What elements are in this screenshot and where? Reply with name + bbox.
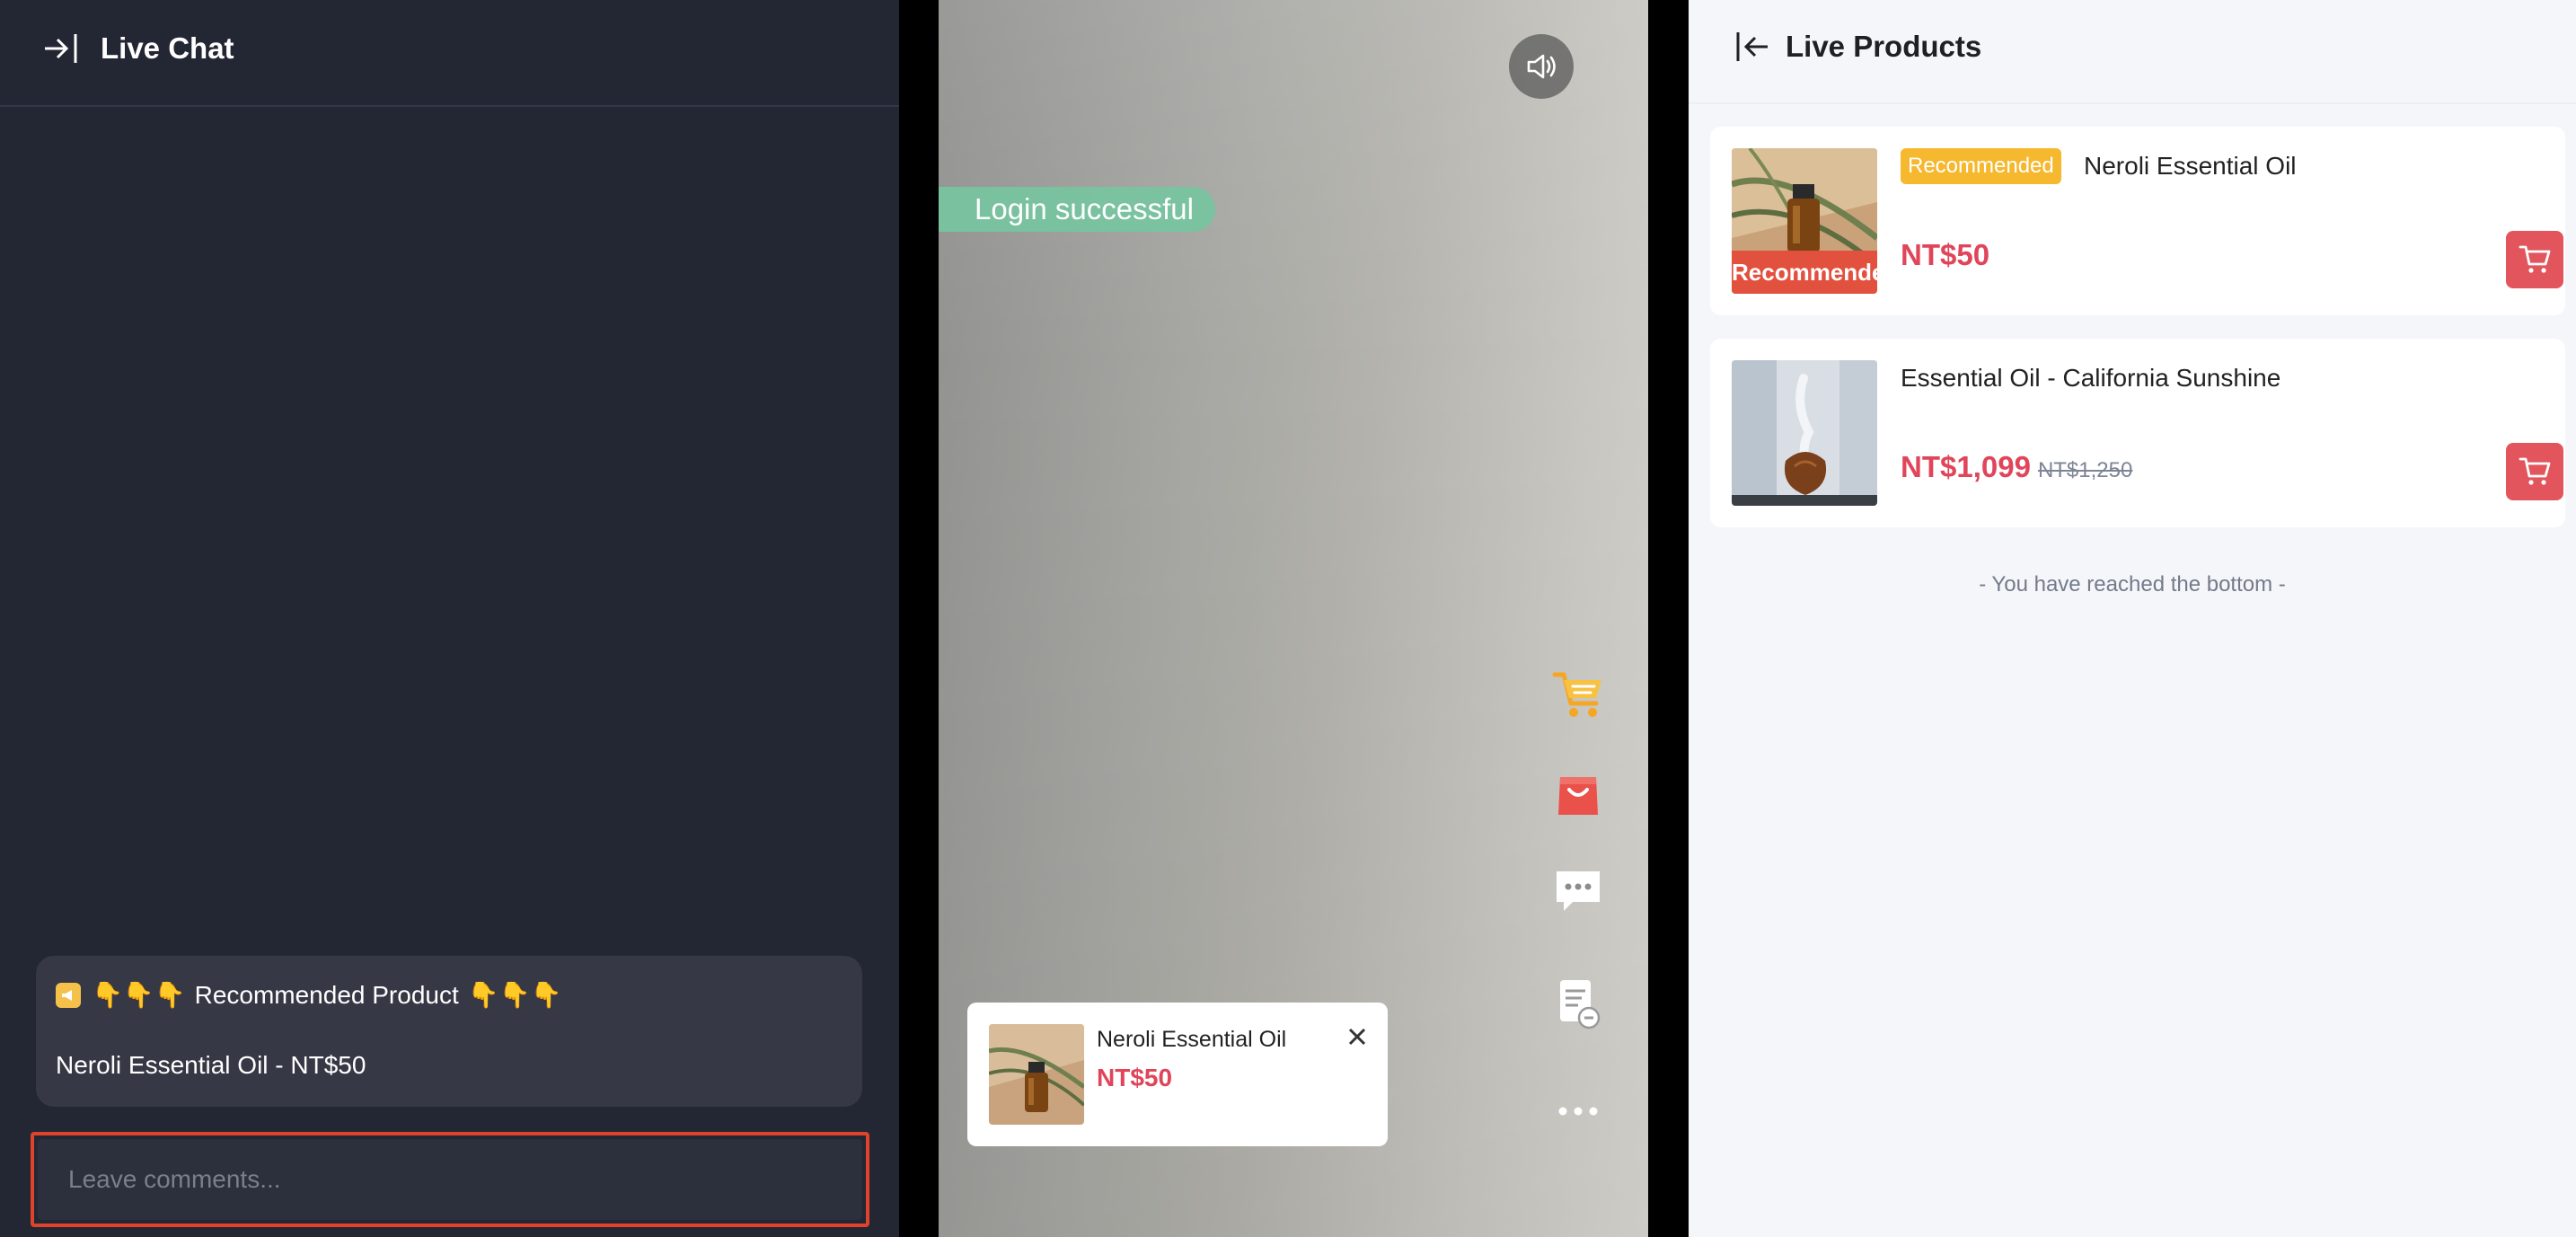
shopping-bag-icon	[1558, 777, 1598, 815]
pinned-message-heading: 👇👇👇 Recommended Product 👇👇👇	[56, 979, 561, 1012]
end-of-list-note: - You have reached the bottom -	[1979, 572, 2286, 596]
original-price: NT$1,250	[2037, 458, 2133, 482]
collapse-panel-icon[interactable]	[43, 32, 79, 65]
pinned-heading-text: Recommended Product	[194, 981, 459, 1009]
notes-icon	[1560, 980, 1601, 1029]
product-thumbnail	[989, 1024, 1084, 1125]
product-price: NT$1,099 NT$1,250	[1901, 448, 2132, 490]
megaphone-icon	[56, 983, 81, 1008]
product-popup[interactable]: Neroli Essential Oil NT$50	[967, 1003, 1388, 1146]
chat-bubble-icon	[1557, 871, 1600, 911]
collapse-panel-icon[interactable]	[1735, 31, 1769, 63]
more-side-button[interactable]	[1549, 1082, 1607, 1140]
popup-product-name: Neroli Essential Oil	[1097, 1027, 1287, 1052]
cart-icon	[2519, 245, 2551, 273]
cart-side-button[interactable]	[1549, 667, 1607, 724]
product-name: Essential Oil - California Sunshine	[1901, 364, 2281, 392]
pinned-message: 👇👇👇 Recommended Product 👇👇👇 Neroli Essen…	[36, 956, 862, 1107]
live-video-panel: Login successful Neroli Essential Oil NT…	[939, 0, 1648, 1237]
cart-icon	[2519, 457, 2551, 485]
product-name: Neroli Essential Oil	[2084, 152, 2297, 180]
products-header: Live Products	[1689, 0, 2576, 104]
login-toast: Login successful	[939, 187, 1215, 232]
pointing-down-emoji: 👇👇👇	[92, 981, 186, 1009]
product-card[interactable]: Essential Oil - California Sunshine NT$1…	[1710, 339, 2565, 527]
comment-box	[31, 1132, 869, 1227]
recommended-strip: Recommended Product	[1732, 251, 1877, 294]
chat-title: Live Chat	[101, 31, 234, 65]
product-thumbnail	[1732, 360, 1877, 506]
product-card[interactable]: Recommended Product Recommended Neroli E…	[1710, 127, 2565, 315]
product-price: NT$50	[1901, 236, 1989, 274]
chat-side-button[interactable]	[1549, 862, 1607, 920]
add-to-cart-button[interactable]	[2506, 443, 2563, 500]
volume-button[interactable]	[1509, 34, 1574, 99]
recommended-badge: Recommended	[1901, 148, 2061, 184]
close-icon[interactable]	[1345, 1024, 1370, 1049]
add-to-cart-button[interactable]	[2506, 231, 2563, 288]
popup-product-price: NT$50	[1097, 1064, 1173, 1091]
bag-side-button[interactable]	[1549, 765, 1607, 823]
live-products-panel: Live Products Recommended Product Recomm…	[1689, 0, 2576, 1237]
speaker-icon	[1527, 54, 1556, 79]
chat-header: Live Chat	[0, 0, 899, 107]
current-price: NT$1,099	[1901, 450, 2031, 483]
pointing-down-emoji: 👇👇👇	[467, 981, 562, 1009]
live-chat-panel: Live Chat 👇👇👇 Recommended Product 👇👇👇 Ne…	[0, 0, 899, 1237]
products-title: Live Products	[1786, 30, 1982, 63]
notes-side-button[interactable]	[1549, 976, 1607, 1033]
current-price: NT$50	[1901, 238, 1990, 271]
comment-input[interactable]	[38, 1139, 862, 1220]
shopping-cart-icon	[1552, 672, 1601, 717]
product-thumbnail: Recommended Product	[1732, 148, 1877, 294]
more-icon	[1558, 1107, 1598, 1116]
pinned-message-body: Neroli Essential Oil - NT$50	[56, 1051, 366, 1079]
